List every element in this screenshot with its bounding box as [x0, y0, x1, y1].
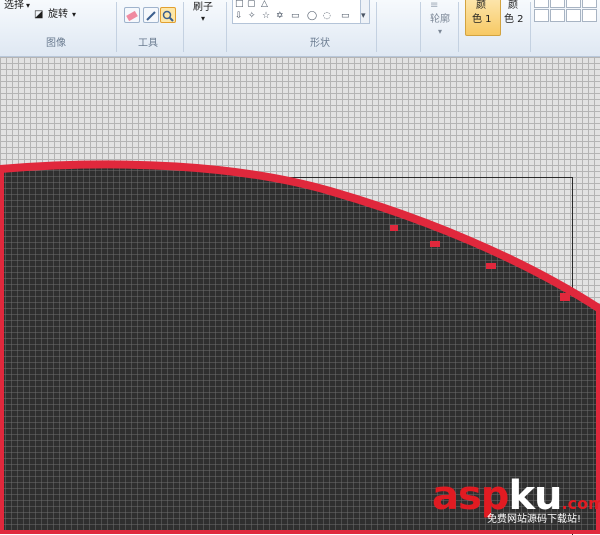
- magnifier-icon: [162, 10, 174, 22]
- shapes-group-label: 形状: [310, 38, 330, 49]
- triangle-shape-icon[interactable]: △: [261, 0, 268, 9]
- color2-label-bottom[interactable]: 色 2: [504, 14, 524, 26]
- watermark-brand-b: ku: [508, 473, 562, 519]
- group-divider: [420, 2, 421, 52]
- chevron-down-icon: ▾: [26, 1, 31, 10]
- color-swatch[interactable]: [550, 9, 565, 22]
- watermark-brand-c: .com: [561, 494, 600, 513]
- rectangle-shape-icon[interactable]: □: [235, 0, 244, 9]
- group-divider: [226, 2, 227, 52]
- eyedropper-icon: [146, 11, 156, 21]
- star6-shape-icon[interactable]: ✡: [276, 11, 284, 21]
- image-group-label: 图像: [46, 38, 66, 49]
- heart-shape-icon[interactable]: ▭: [341, 11, 350, 21]
- chevron-down-icon: ▾: [201, 14, 206, 23]
- shapes-scroll[interactable]: ▾: [360, 0, 370, 24]
- watermark-brand-a: asp: [432, 473, 509, 519]
- shapes-gallery[interactable]: □ ▢ △ ⇩ ✧ ☆ ✡ ▭ ◯ ◌ ▭: [232, 0, 362, 24]
- chevron-down-icon: ▾: [72, 10, 77, 19]
- star5-shape-icon[interactable]: ☆: [262, 11, 270, 21]
- group-divider: [458, 2, 459, 52]
- magnifier-tool[interactable]: [160, 7, 176, 23]
- circle-drawing: [0, 160, 600, 534]
- select-button[interactable]: 选择: [4, 0, 24, 12]
- shape-icon[interactable]: ▢: [247, 0, 256, 9]
- outline-button[interactable]: 轮廓: [430, 14, 450, 26]
- group-divider: [116, 2, 117, 52]
- color-picker-tool[interactable]: [143, 7, 159, 23]
- color-swatch[interactable]: [582, 9, 597, 22]
- group-divider: [183, 2, 184, 52]
- rotate-button[interactable]: 旋转: [48, 9, 68, 21]
- chevron-down-icon: ▾: [438, 27, 443, 36]
- callout-rect-shape-icon[interactable]: ▭: [291, 11, 300, 21]
- ribbon: 选择 ▾ ◪ 旋转 ▾ 图像 工具 刷子 ▾ □ ▢ △ ⇩ ✧ ☆ ✡ ▭ ◯…: [0, 0, 600, 57]
- more-icon: ▾: [361, 11, 366, 21]
- color2-label-top[interactable]: 颜: [508, 0, 518, 12]
- eraser-icon: [126, 10, 138, 22]
- color1-label-bottom: 色 1: [472, 14, 492, 25]
- color-swatch[interactable]: [566, 0, 581, 8]
- arrow-down-shape-icon[interactable]: ⇩: [235, 11, 243, 21]
- callout-cloud-shape-icon[interactable]: ◌: [323, 11, 331, 21]
- size-icon: ≡: [430, 0, 439, 11]
- star4-shape-icon[interactable]: ✧: [248, 11, 256, 21]
- color1-label-top: 颜: [476, 0, 486, 11]
- eraser-tool[interactable]: [124, 7, 140, 23]
- color-swatch[interactable]: [566, 9, 581, 22]
- callout-oval-shape-icon[interactable]: ◯: [307, 11, 317, 21]
- color-swatch[interactable]: [534, 0, 549, 8]
- watermark-subtitle: 免费网站源码下载站!: [487, 514, 582, 525]
- color-swatch[interactable]: [550, 0, 565, 8]
- group-divider: [530, 2, 531, 52]
- rotate-icon: ◪: [34, 9, 44, 20]
- color-swatch[interactable]: [534, 9, 549, 22]
- group-divider: [376, 2, 377, 52]
- color-swatch[interactable]: [582, 0, 597, 8]
- tools-group-label: 工具: [138, 38, 158, 49]
